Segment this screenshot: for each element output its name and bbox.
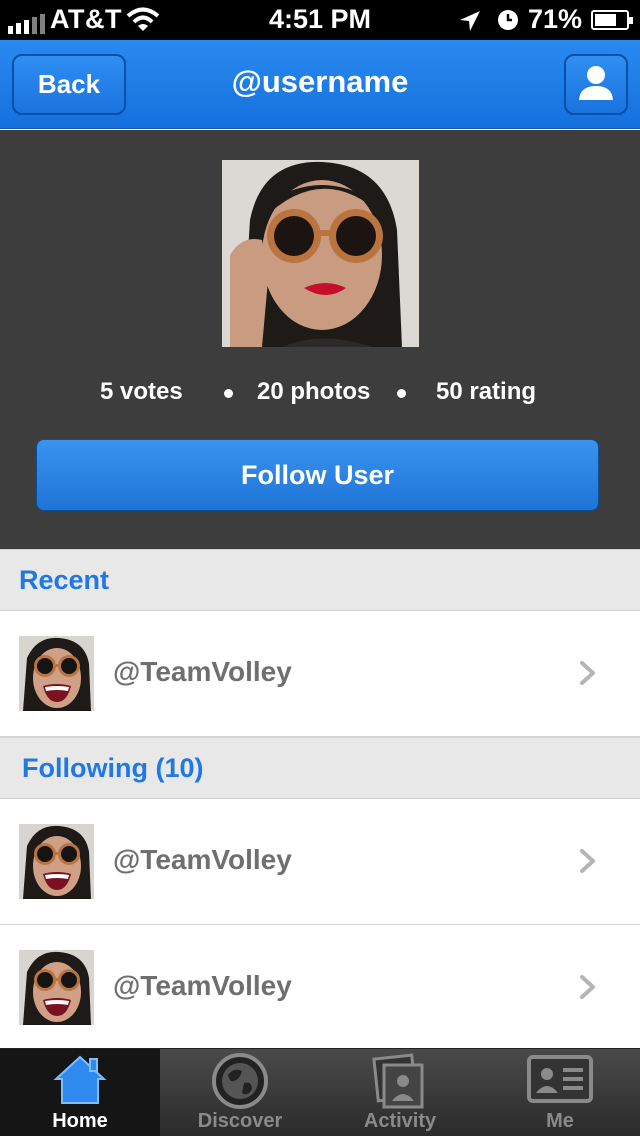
status-bar: AT&T 4:51 PM 71% [0,0,640,40]
tab-label: Me [546,1110,574,1132]
navigation-bar: Back @username [0,40,640,129]
profile-header: 5 votes 20 photos 50 rating Follow User [0,130,640,549]
username-label: @TeamVolley [113,970,292,1001]
tab-activity[interactable]: Activity [320,1049,480,1136]
battery-icon [591,10,633,30]
user-icon [576,62,616,107]
tab-bar: Home Discover Activity Me [0,1048,640,1136]
section-header-recent: Recent [0,549,640,611]
avatar [19,636,94,711]
list-item[interactable]: @TeamVolley [0,925,640,1051]
tab-label: Discover [197,1110,283,1132]
username-label: @TeamVolley [113,656,292,687]
tab-discover[interactable]: Discover [160,1049,320,1136]
separator-dot [224,389,233,398]
location-icon [458,9,482,38]
section-title: Following (10) [22,753,204,783]
chevron-right-icon [578,848,598,879]
home-icon [0,1053,160,1105]
list-item[interactable]: @TeamVolley [0,799,640,925]
photos-count: 20 photos [257,378,371,405]
battery-percent: 71% [528,4,583,34]
separator-dot [397,389,406,398]
avatar [19,950,94,1025]
id-card-icon [480,1053,640,1105]
tab-home[interactable]: Home [0,1049,160,1136]
profile-photo [222,160,419,347]
chevron-right-icon [578,660,598,691]
page-title: @username [231,64,409,99]
tab-label: Home [52,1110,108,1132]
alarm-icon [497,9,519,36]
photos-icon [320,1053,480,1111]
tab-me[interactable]: Me [480,1049,640,1136]
avatar [19,824,94,899]
tab-label: Activity [363,1110,437,1132]
follow-user-button[interactable]: Follow User [36,439,599,511]
section-title: Recent [19,565,110,595]
globe-icon [160,1053,320,1109]
rating-value: 50 rating [436,378,537,405]
list-item[interactable]: @TeamVolley [0,611,640,737]
section-header-following: Following (10) [0,737,640,799]
profile-stats: 5 votes 20 photos 50 rating [0,378,640,408]
profile-button[interactable] [564,54,628,115]
username-label: @TeamVolley [113,844,292,875]
chevron-right-icon [578,974,598,1005]
votes-count: 5 votes [100,378,183,405]
